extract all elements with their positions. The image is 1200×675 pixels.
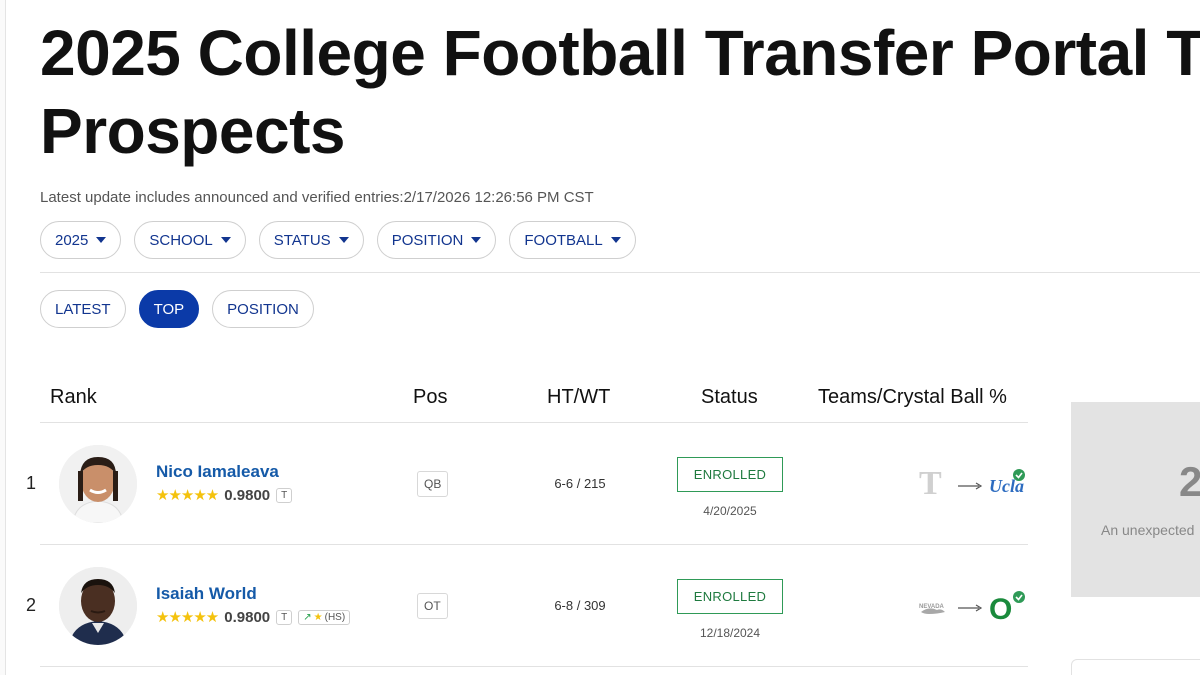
player-photo xyxy=(59,567,137,645)
player-avatar[interactable] xyxy=(59,445,137,523)
ad-placeholder-secondary xyxy=(1071,659,1200,675)
team-transfer[interactable]: T Ucla xyxy=(915,465,1027,502)
player-rating: ★★★★★ 0.9800 T xyxy=(156,486,293,504)
page-title-line-1: 2025 College Football Transfer Portal To xyxy=(40,17,1200,89)
height-weight: 6-6 / 215 xyxy=(554,476,606,491)
position-badge: QB xyxy=(417,471,449,497)
rating-score: 0.9800 xyxy=(224,486,271,504)
filter-label: STATUS xyxy=(273,231,331,249)
check-icon xyxy=(1013,469,1025,481)
status-badge: ENROLLED xyxy=(677,579,783,614)
header-teams: Teams/Crystal Ball % xyxy=(818,386,1007,408)
star-icon: ★ xyxy=(313,611,323,623)
tennessee-logo-icon: T xyxy=(919,466,942,502)
rank-number: 1 xyxy=(26,473,37,493)
filter-school-dropdown[interactable]: SCHOOL xyxy=(134,221,246,259)
rating-score: 0.9800 xyxy=(224,608,271,626)
star-rating-icon: ★★★★★ xyxy=(156,609,219,626)
status-date: 4/20/2025 xyxy=(703,504,757,518)
filter-year-dropdown[interactable]: 2025 xyxy=(40,221,122,259)
table-row[interactable]: 2 Isaiah World ★★★★★ 0.9800 T ↗ ★ (HS) OT … xyxy=(0,545,1030,667)
filter-label: 2025 xyxy=(55,231,89,249)
rank-number: 2 xyxy=(26,595,37,615)
filter-status-dropdown[interactable]: STATUS xyxy=(258,221,364,259)
filter-label: FOOTBALL xyxy=(524,231,603,249)
trend-up-icon: ↗ xyxy=(303,611,312,623)
team-transfer[interactable]: NEVADA O xyxy=(915,588,1027,626)
star-rating-icon: ★★★★★ xyxy=(156,487,219,504)
page-title-line-2: Prospects xyxy=(40,95,345,167)
transfer-tag: T xyxy=(276,487,293,503)
header-rank: Rank xyxy=(50,386,97,408)
update-timestamp: Latest update includes announced and ver… xyxy=(40,189,594,206)
filter-label: SCHOOL xyxy=(149,231,213,249)
tab-top[interactable]: TOP xyxy=(138,290,200,328)
player-photo xyxy=(59,445,137,523)
caret-down-icon xyxy=(610,237,621,243)
page-title: 2025 College Football Transfer Portal To… xyxy=(40,14,1200,170)
ad-glyph: 2 xyxy=(1179,458,1200,505)
oregon-logo-icon: O xyxy=(989,593,1012,624)
table-row[interactable]: 1 Nico Iamaleava ★★★★★ 0.9800 T QB 6-6 /… xyxy=(0,423,1030,545)
team-logos: T Ucla xyxy=(919,465,1025,502)
divider xyxy=(40,272,1200,273)
tab-latest[interactable]: LATEST xyxy=(40,290,126,328)
sort-tabs: LATEST TOP POSITION xyxy=(40,290,314,328)
header-pos: Pos xyxy=(413,386,448,408)
filter-position-dropdown[interactable]: POSITION xyxy=(376,221,497,259)
filter-bar: 2025 SCHOOL STATUS POSITION FOOTBALL xyxy=(40,221,636,259)
status-date: 12/18/2024 xyxy=(699,626,761,640)
check-icon xyxy=(1013,591,1025,603)
player-rating: ★★★★★ 0.9800 T ↗ ★ (HS) xyxy=(156,608,351,626)
hs-label: (HS) xyxy=(324,611,346,623)
team-logos: NEVADA O xyxy=(919,591,1025,626)
header-htwt: HT/WT xyxy=(547,386,611,408)
caret-down-icon xyxy=(471,237,482,243)
player-avatar[interactable] xyxy=(59,567,137,645)
header-status: Status xyxy=(701,386,758,408)
caret-down-icon xyxy=(220,237,231,243)
ad-error-text: An unexpected xyxy=(1101,522,1195,538)
transfer-tag: T xyxy=(276,609,293,625)
filter-label: POSITION xyxy=(391,231,464,249)
height-weight: 6-8 / 309 xyxy=(554,598,606,613)
player-name-link[interactable]: Nico Iamaleava xyxy=(156,462,279,482)
hs-ranking-tag: ↗ ★ (HS) xyxy=(298,609,351,625)
player-name-link[interactable]: Isaiah World xyxy=(156,584,257,604)
caret-down-icon xyxy=(96,237,107,243)
filter-sport-dropdown[interactable]: FOOTBALL xyxy=(509,221,636,259)
ad-placeholder: 2 An unexpected xyxy=(1071,402,1200,597)
row-divider xyxy=(40,666,1028,667)
status-badge: ENROLLED xyxy=(677,457,783,492)
position-badge: OT xyxy=(417,593,448,619)
caret-down-icon xyxy=(338,237,349,243)
tab-position[interactable]: POSITION xyxy=(212,290,314,328)
